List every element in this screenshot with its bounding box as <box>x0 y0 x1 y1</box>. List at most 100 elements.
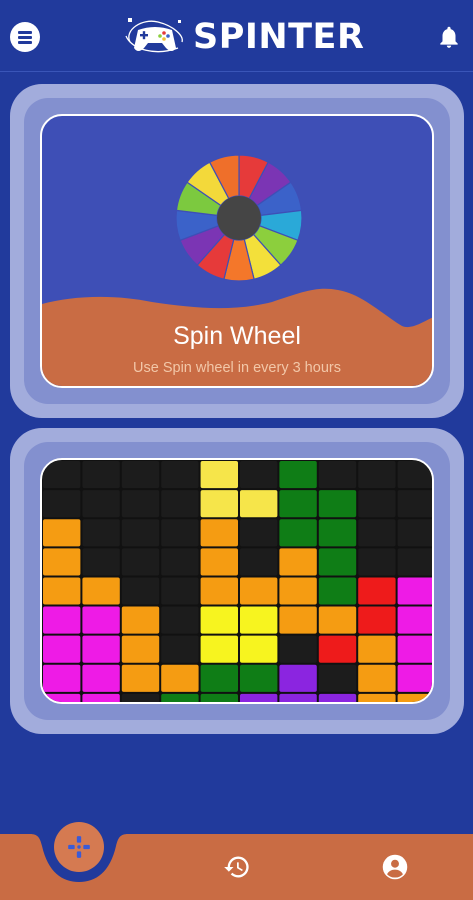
grid-cell <box>397 519 432 547</box>
spin-wheel-card: Spin Wheel Use Spin wheel in every 3 hou… <box>10 84 464 418</box>
spin-wheel-icon <box>175 154 303 282</box>
grid-cell <box>279 577 317 605</box>
grid-cell <box>240 693 278 702</box>
grid-cell <box>240 664 278 692</box>
grid-cell <box>358 519 396 547</box>
grid-cell <box>318 693 357 702</box>
grid-cell <box>82 461 120 489</box>
grid-cell <box>82 548 120 576</box>
grid-cell <box>358 664 396 692</box>
grid-cell <box>121 664 160 692</box>
grid-cell <box>121 461 160 489</box>
grid-cell <box>200 693 238 702</box>
grid-cell <box>318 490 357 518</box>
grid-cell <box>161 548 199 576</box>
top-app-bar: SPINTER <box>0 0 473 72</box>
grid-cell <box>161 519 199 547</box>
grid-cell <box>200 490 238 518</box>
grid-cell <box>279 548 317 576</box>
grid-cell <box>200 461 238 489</box>
grid-cell <box>279 606 317 634</box>
grid-cell <box>43 693 81 702</box>
grid-cell <box>43 519 81 547</box>
account-icon[interactable] <box>381 853 409 881</box>
grid-cell <box>200 606 238 634</box>
grid-cell <box>318 606 357 634</box>
grid-cell <box>358 577 396 605</box>
grid-cell <box>240 635 278 663</box>
grid-cell <box>318 577 357 605</box>
app-title: SPINTER <box>193 17 365 57</box>
grid-cell <box>318 519 357 547</box>
spin-wheel-card-frame: Spin Wheel Use Spin wheel in every 3 hou… <box>24 98 450 404</box>
grid-cell <box>161 664 199 692</box>
grid-cell <box>397 577 432 605</box>
grid-cell <box>200 635 238 663</box>
grid-cell <box>358 635 396 663</box>
grid-cell <box>161 577 199 605</box>
nav-item-games[interactable] <box>54 822 104 872</box>
grid-cell <box>240 519 278 547</box>
grid-cell <box>43 664 81 692</box>
grid-cell <box>397 490 432 518</box>
grid-cell <box>161 461 199 489</box>
grid-cell <box>397 548 432 576</box>
grid-cell <box>43 490 81 518</box>
grid-cell <box>82 490 120 518</box>
block-puzzle-card <box>10 428 464 734</box>
app-logo: SPINTER <box>122 12 364 62</box>
grid-cell <box>121 548 160 576</box>
grid-cell <box>121 693 160 702</box>
grid-cell <box>121 606 160 634</box>
grid-cell <box>240 606 278 634</box>
grid-cell <box>43 548 81 576</box>
grid-cell <box>82 577 120 605</box>
history-icon[interactable] <box>223 853 251 881</box>
grid-cell <box>318 664 357 692</box>
bell-icon[interactable] <box>436 24 462 50</box>
grid-cell <box>279 519 317 547</box>
grid-cell <box>161 490 199 518</box>
grid-cell <box>82 519 120 547</box>
grid-cell <box>161 635 199 663</box>
gamepad-logo-icon <box>125 18 183 53</box>
grid-cell <box>397 635 432 663</box>
grid-cell <box>358 693 396 702</box>
grid-cell <box>358 606 396 634</box>
grid-cell <box>318 635 357 663</box>
grid-cell <box>121 490 160 518</box>
grid-cell <box>161 606 199 634</box>
menu-icon[interactable] <box>10 22 40 52</box>
grid-cell <box>200 548 238 576</box>
gamepad-icon <box>68 836 90 858</box>
grid-cell <box>358 548 396 576</box>
grid-cell <box>279 693 317 702</box>
grid-cell <box>121 577 160 605</box>
grid-cell <box>82 635 120 663</box>
header-divider <box>0 71 473 72</box>
spin-wheel-subtitle: Use Spin wheel in every 3 hours <box>133 360 341 376</box>
block-puzzle-grid <box>43 461 432 702</box>
grid-cell <box>318 548 357 576</box>
grid-cell <box>43 635 81 663</box>
spin-wheel-title: Spin Wheel <box>173 322 301 350</box>
grid-cell <box>200 519 238 547</box>
grid-cell <box>200 664 238 692</box>
grid-cell <box>397 693 432 702</box>
grid-cell <box>397 606 432 634</box>
grid-cell <box>161 693 199 702</box>
grid-cell <box>318 461 357 489</box>
grid-cell <box>279 490 317 518</box>
block-puzzle-button[interactable] <box>40 458 434 704</box>
grid-cell <box>82 693 120 702</box>
grid-cell <box>43 461 81 489</box>
grid-cell <box>121 635 160 663</box>
spin-wheel-button[interactable]: Spin Wheel Use Spin wheel in every 3 hou… <box>40 114 434 388</box>
block-puzzle-card-frame <box>24 442 450 720</box>
grid-cell <box>279 461 317 489</box>
grid-cell <box>240 577 278 605</box>
grid-cell <box>397 461 432 489</box>
grid-cell <box>358 490 396 518</box>
grid-cell <box>279 664 317 692</box>
grid-cell <box>279 635 317 663</box>
